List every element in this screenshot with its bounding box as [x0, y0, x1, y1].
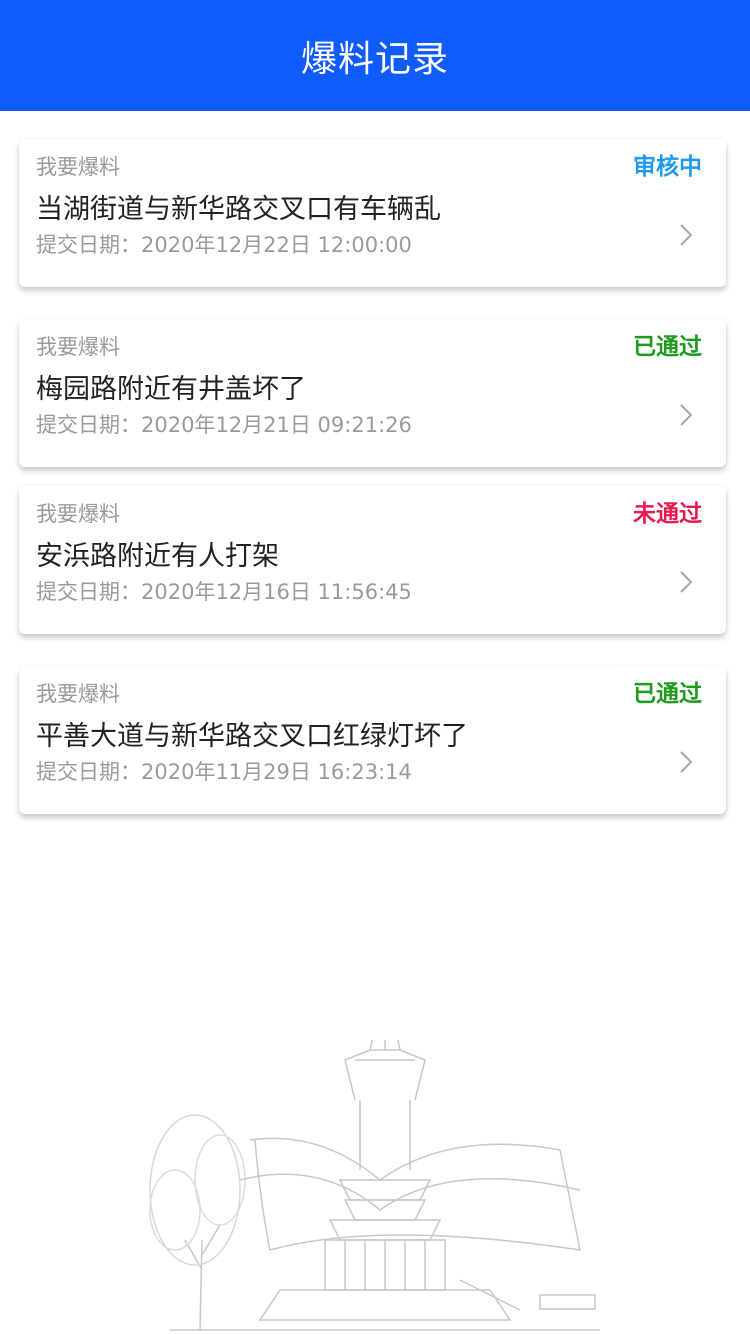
status-badge: 已通过 [633, 334, 702, 360]
app-header: 爆料记录 [0, 0, 750, 111]
building-sketch-illustration [149, 1040, 600, 1331]
chevron-right-icon [680, 404, 693, 426]
record-date: 提交日期：2020年12月21日 09:21:26 [36, 413, 412, 437]
page-title: 爆料记录 [300, 38, 449, 80]
status-badge: 审核中 [633, 154, 702, 180]
chevron-right-icon [680, 751, 693, 773]
record-title: 平善大道与新华路交叉口红绿灯坏了 [36, 721, 468, 752]
record-date: 提交日期：2020年12月16日 11:56:45 [36, 580, 412, 604]
record-category: 我要爆料 [36, 335, 120, 359]
record-date: 提交日期：2020年12月22日 12:00:00 [36, 233, 412, 257]
record-card-1[interactable]: 我要爆料 审核中 当湖街道与新华路交叉口有车辆乱 提交日期：2020年12月22… [19, 139, 726, 287]
record-category: 我要爆料 [36, 502, 120, 526]
chevron-right-icon [680, 224, 693, 246]
record-card-2[interactable]: 我要爆料 已通过 梅园路附近有井盖坏了 提交日期：2020年12月21日 09:… [19, 319, 726, 467]
record-title: 梅园路附近有井盖坏了 [36, 374, 306, 405]
record-title: 安浜路附近有人打架 [36, 541, 279, 572]
chevron-right-icon [680, 571, 693, 593]
record-card-3[interactable]: 我要爆料 未通过 安浜路附近有人打架 提交日期：2020年12月16日 11:5… [19, 486, 726, 634]
record-date: 提交日期：2020年11月29日 16:23:14 [36, 760, 412, 784]
record-card-4[interactable]: 我要爆料 已通过 平善大道与新华路交叉口红绿灯坏了 提交日期：2020年11月2… [19, 666, 726, 814]
status-badge: 未通过 [633, 501, 702, 527]
record-category: 我要爆料 [36, 682, 120, 706]
record-title: 当湖街道与新华路交叉口有车辆乱 [36, 194, 441, 225]
record-category: 我要爆料 [36, 155, 120, 179]
status-badge: 已通过 [633, 681, 702, 707]
